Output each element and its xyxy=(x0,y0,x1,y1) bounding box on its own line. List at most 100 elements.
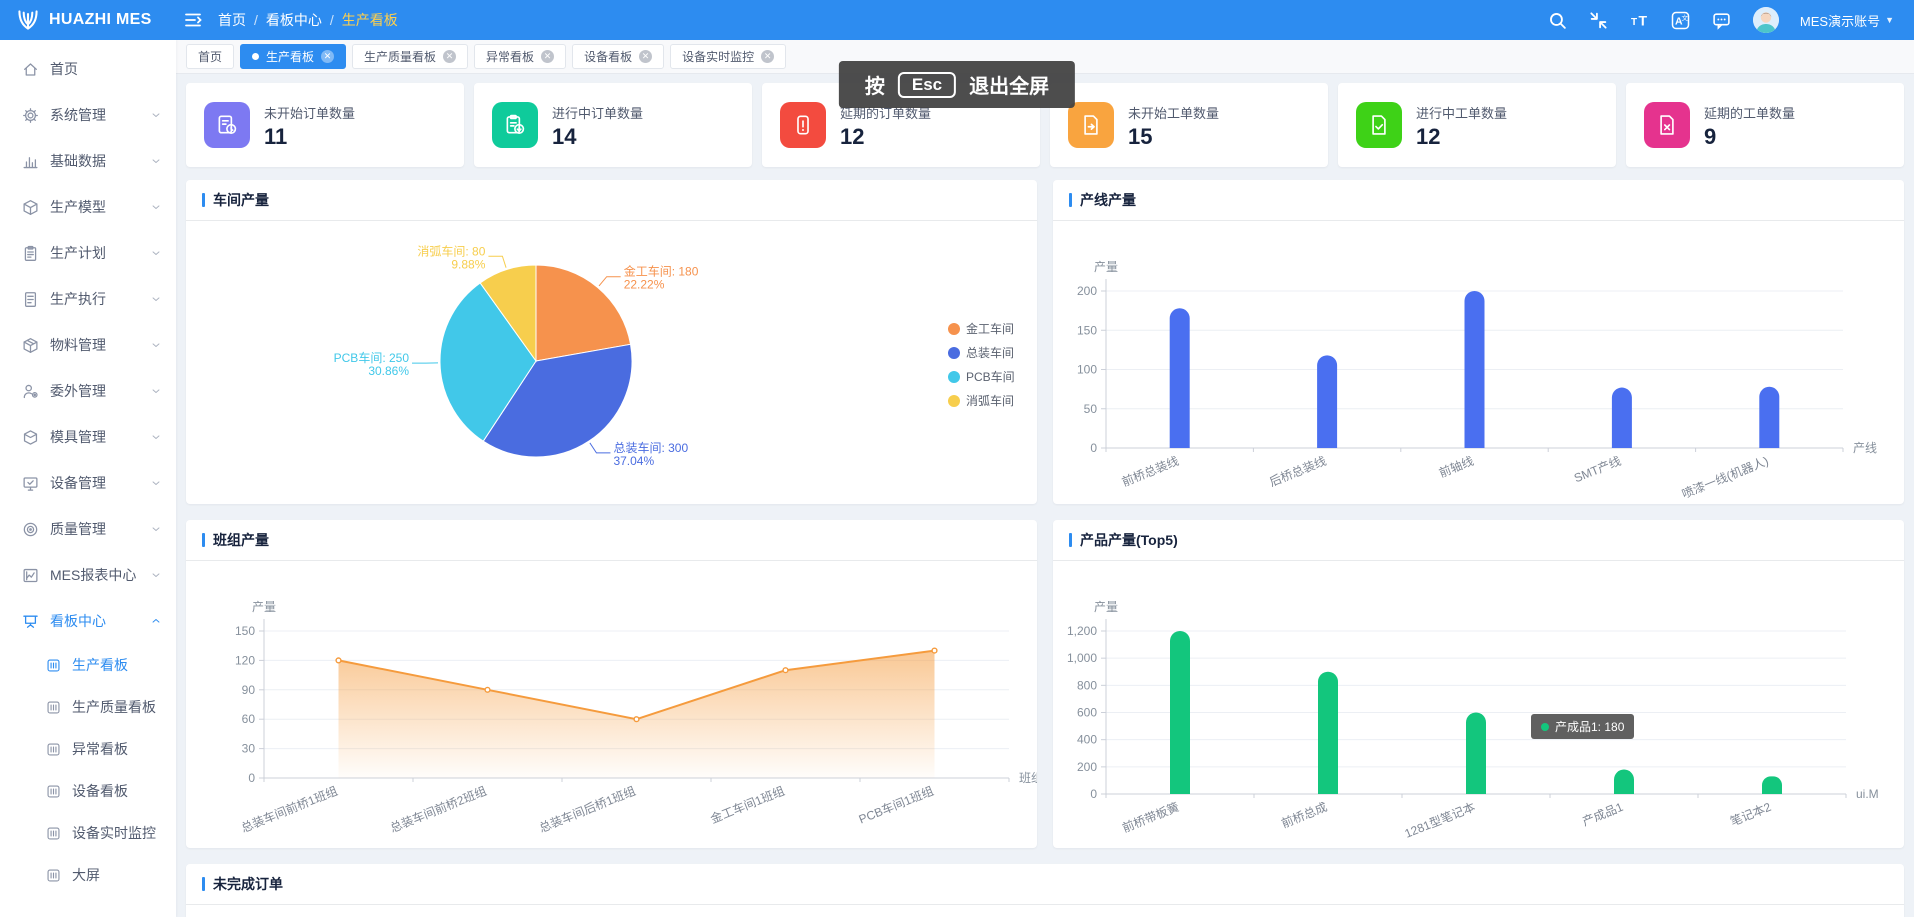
avatar[interactable] xyxy=(1753,7,1779,33)
quality-icon xyxy=(22,521,39,538)
tab-abnormal-board[interactable]: 异常看板 ✕ xyxy=(474,44,566,69)
message-icon[interactable] xyxy=(1712,10,1732,30)
sidebar-item-report-center[interactable]: MES报表中心 xyxy=(0,552,176,598)
sidebar-item-prod-exec[interactable]: 生产执行 xyxy=(0,276,176,322)
subboard-icon xyxy=(46,742,61,757)
sidebar-item-mold[interactable]: 模具管理 xyxy=(0,414,176,460)
chevron-up-icon xyxy=(150,615,162,627)
stat-card-text: 延期的订单数量12 xyxy=(840,103,931,148)
sidebar-item-system[interactable]: 系统管理 xyxy=(0,92,176,138)
tab-prod-quality-board[interactable]: 生产质量看板 ✕ xyxy=(352,44,468,69)
chevron-down-icon xyxy=(150,201,162,213)
title-accent-bar xyxy=(202,533,205,547)
translate-icon[interactable]: A文 xyxy=(1671,10,1691,30)
font-size-icon[interactable]: TT xyxy=(1630,10,1650,30)
tab-home[interactable]: 首页 xyxy=(186,44,234,69)
sidebar-item-material[interactable]: 物料管理 xyxy=(0,322,176,368)
tab-close-icon[interactable]: ✕ xyxy=(639,50,652,63)
breadcrumb-item[interactable]: 首页 xyxy=(218,10,246,30)
tab-close-icon[interactable]: ✕ xyxy=(761,50,774,63)
logo-text: HUAZHI MES xyxy=(49,11,152,29)
panel-title-row: 产品产量(Top5) xyxy=(1053,520,1904,561)
svg-text:100: 100 xyxy=(1077,363,1097,377)
tab-equip-board[interactable]: 设备看板✕ xyxy=(572,44,664,69)
sidebar-item-outsource[interactable]: 委外管理 xyxy=(0,368,176,414)
stat-card-text: 延期的工单数量9 xyxy=(1704,103,1795,148)
svg-text:200: 200 xyxy=(1077,760,1097,774)
breadcrumb-separator: / xyxy=(254,12,258,28)
chevron-down-icon xyxy=(150,247,162,259)
sidebar-subitem-big-screen[interactable]: 大屏 xyxy=(0,854,176,896)
chevron-down-icon xyxy=(150,477,162,489)
svg-text:总装车间后桥1班组: 总装车间后桥1班组 xyxy=(537,783,638,835)
tab-label: 异常看板 xyxy=(486,48,534,65)
tab-close-icon[interactable]: ✕ xyxy=(443,50,456,63)
sidebar-subitem-label: 生产质量看板 xyxy=(72,697,156,717)
search-icon[interactable] xyxy=(1548,10,1568,30)
stat-card-wo-running: 进行中工单数量12 xyxy=(1338,83,1616,167)
svg-text:后桥总装线: 后桥总装线 xyxy=(1267,454,1328,489)
collapse-menu-icon[interactable] xyxy=(184,12,202,28)
esc-key-badge: Esc xyxy=(898,72,956,98)
sidebar-item-label: 模具管理 xyxy=(50,427,106,447)
svg-text:总装车间: 总装车间 xyxy=(966,345,1014,360)
tab-close-icon[interactable]: ✕ xyxy=(321,50,334,63)
tab-label: 设备实时监控 xyxy=(682,48,754,65)
svg-text:PCB车间: 250: PCB车间: 250 xyxy=(334,350,410,365)
subboard-icon xyxy=(46,826,61,841)
sidebar-item-quality[interactable]: 质量管理 xyxy=(0,506,176,552)
sidebar-item-home[interactable]: 首页 xyxy=(0,46,176,92)
svg-text:600: 600 xyxy=(1077,706,1097,720)
sidebar-subitem-label: 设备实时监控 xyxy=(72,823,156,843)
svg-text:30.86%: 30.86% xyxy=(368,364,409,378)
order-delay-icon xyxy=(780,102,826,148)
workorder-check-icon xyxy=(1356,102,1402,148)
tab-prod-board[interactable]: 生产看板✕ xyxy=(240,44,346,69)
svg-text:800: 800 xyxy=(1077,678,1097,692)
sidebar-subitem-equip-board[interactable]: 设备看板 xyxy=(0,770,176,812)
user-menu[interactable]: MES演示账号 ▼ xyxy=(1800,11,1894,30)
panel-title: 未完成订单 xyxy=(213,874,283,894)
svg-text:37.04%: 37.04% xyxy=(613,454,654,468)
sidebar-subitem-prod-quality-board[interactable]: 生产质量看板 xyxy=(0,686,176,728)
sidebar-item-label: 设备管理 xyxy=(50,473,106,493)
svg-text:金工车间1班组: 金工车间1班组 xyxy=(708,783,787,826)
title-accent-bar xyxy=(202,877,205,891)
sidebar-item-equipment[interactable]: 设备管理 xyxy=(0,460,176,506)
svg-text:9.88%: 9.88% xyxy=(451,257,485,271)
svg-text:120: 120 xyxy=(235,653,255,667)
exit-fullscreen-icon[interactable] xyxy=(1589,10,1609,30)
charts-grid: 车间产量 金工车间: 18022.22%总装车间: 30037.04%PCB车间… xyxy=(186,180,1904,917)
svg-text:90: 90 xyxy=(242,683,256,697)
sidebar-item-prod-model[interactable]: 生产模型 xyxy=(0,184,176,230)
breadcrumb-item: 生产看板 xyxy=(342,10,398,30)
stat-card-text: 进行中订单数量14 xyxy=(552,103,643,148)
svg-text:1,000: 1,000 xyxy=(1067,651,1097,665)
stat-card-value: 15 xyxy=(1128,126,1219,148)
sidebar-item-board-center[interactable]: 看板中心 xyxy=(0,598,176,644)
tab-label: 生产质量看板 xyxy=(364,48,436,65)
sidebar-item-prod-plan[interactable]: 生产计划 xyxy=(0,230,176,276)
sidebar-subitem-equip-monitor[interactable]: 设备实时监控 xyxy=(0,812,176,854)
svg-text:班组: 班组 xyxy=(1019,771,1037,785)
panel-title-row: 未完成订单 xyxy=(186,864,1904,905)
stat-card-value: 11 xyxy=(264,126,355,148)
tab-equip-monitor[interactable]: 设备实时监控 ✕ xyxy=(670,44,786,69)
svg-text:金工车间: 180: 金工车间: 180 xyxy=(624,264,699,279)
sidebar-subitem-abnormal-board[interactable]: 异常看板 xyxy=(0,728,176,770)
svg-text:产线: 产线 xyxy=(1853,441,1877,455)
fullscreen-exit-tip: 按 Esc 退出全屏 xyxy=(839,61,1075,108)
tab-close-icon[interactable]: ✕ xyxy=(541,50,554,63)
sidebar-item-base-data[interactable]: 基础数据 xyxy=(0,138,176,184)
sidebar-subitem-label: 设备看板 xyxy=(72,781,128,801)
breadcrumb-item[interactable]: 看板中心 xyxy=(266,10,322,30)
svg-text:PCB车间1班组: PCB车间1班组 xyxy=(856,783,935,827)
sidebar-subitem-prod-board[interactable]: 生产看板 xyxy=(0,644,176,686)
subboard-icon xyxy=(46,700,61,715)
svg-text:产量: 产量 xyxy=(252,600,276,614)
stat-card-label: 未开始订单数量 xyxy=(264,103,355,122)
svg-text:60: 60 xyxy=(242,712,256,726)
sidebar: 首页系统管理基础数据生产模型生产计划生产执行物料管理委外管理模具管理设备管理质量… xyxy=(0,40,176,917)
mold-icon xyxy=(22,429,39,446)
sidebar-item-label: 生产计划 xyxy=(50,243,106,263)
